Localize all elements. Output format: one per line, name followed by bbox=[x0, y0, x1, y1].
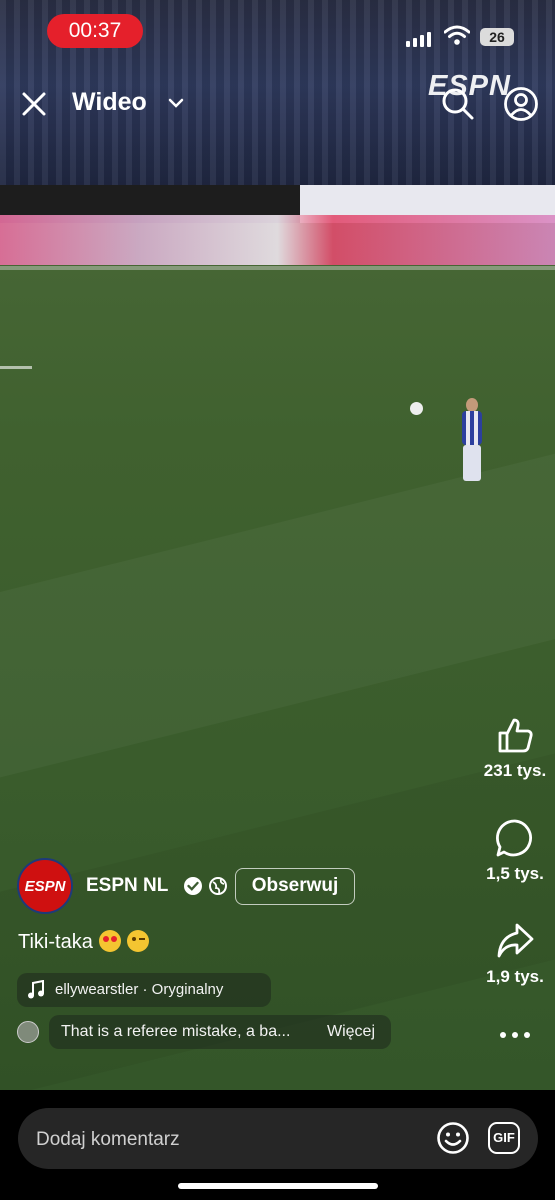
post-caption[interactable]: Tiki-taka bbox=[18, 930, 149, 954]
home-indicator[interactable] bbox=[178, 1183, 378, 1189]
caption-text: Tiki-taka bbox=[18, 931, 93, 953]
share-icon[interactable] bbox=[495, 921, 535, 961]
cellular-signal-icon bbox=[406, 29, 436, 47]
comment-icon[interactable] bbox=[495, 818, 535, 858]
battery-indicator: 26 bbox=[480, 28, 514, 46]
football-player bbox=[458, 398, 486, 488]
comment-field[interactable]: GIF bbox=[18, 1108, 538, 1171]
account-avatar[interactable]: ESPN bbox=[17, 858, 73, 914]
audio-track-name: ellywearstler · Oryginalny bbox=[55, 981, 224, 998]
follow-button[interactable]: Obserwuj bbox=[235, 868, 355, 905]
comment-count: 1,5 tys. bbox=[486, 864, 544, 883]
share-count: 1,9 tys. bbox=[486, 967, 544, 986]
penalty-box-line bbox=[0, 366, 32, 369]
gif-icon[interactable]: GIF bbox=[488, 1122, 520, 1154]
winking-face-emoji-icon bbox=[126, 930, 149, 952]
espn-logo: ESPN bbox=[24, 878, 66, 895]
pitch-line bbox=[0, 266, 555, 270]
like-icon[interactable] bbox=[495, 715, 535, 755]
audio-track-chip[interactable]: ellywearstler · Oryginalny bbox=[17, 973, 271, 1007]
search-icon[interactable] bbox=[441, 87, 475, 121]
screen-recording-indicator[interactable]: 00:37 bbox=[47, 14, 143, 48]
globe-icon bbox=[209, 877, 227, 895]
emoji-icon[interactable] bbox=[436, 1121, 470, 1155]
share-action[interactable]: 1,9 tys. bbox=[470, 921, 555, 987]
verified-icon bbox=[184, 877, 202, 895]
profile-icon[interactable] bbox=[503, 86, 539, 122]
heart-eyes-emoji-icon bbox=[98, 930, 121, 952]
comment-action[interactable]: 1,5 tys. bbox=[470, 818, 555, 884]
close-icon[interactable] bbox=[20, 90, 48, 118]
account-name[interactable]: ESPN NL bbox=[86, 875, 168, 897]
wifi-icon bbox=[444, 25, 470, 45]
like-count: 231 tys. bbox=[483, 761, 547, 780]
reel-screen: 00:37 26 Wideo ESPN 231 tys. 1,5 tys. 1,… bbox=[0, 0, 555, 1200]
chevron-down-icon[interactable] bbox=[168, 97, 184, 109]
commenter-avatar[interactable] bbox=[17, 1021, 39, 1043]
comment-input[interactable] bbox=[34, 1108, 428, 1171]
page-title[interactable]: Wideo bbox=[72, 88, 147, 117]
more-icon[interactable] bbox=[499, 1025, 531, 1045]
see-more-link[interactable]: Więcej bbox=[327, 1023, 375, 1041]
music-note-icon bbox=[28, 980, 44, 999]
recording-time: 00:37 bbox=[68, 19, 122, 42]
top-comment-text: That is a referee mistake, a ba... bbox=[61, 1023, 291, 1040]
advertising-board-lower bbox=[0, 215, 555, 265]
top-comment-chip[interactable]: That is a referee mistake, a ba... Więce… bbox=[49, 1015, 391, 1049]
like-action[interactable]: 231 tys. bbox=[470, 715, 555, 781]
football bbox=[410, 402, 423, 415]
